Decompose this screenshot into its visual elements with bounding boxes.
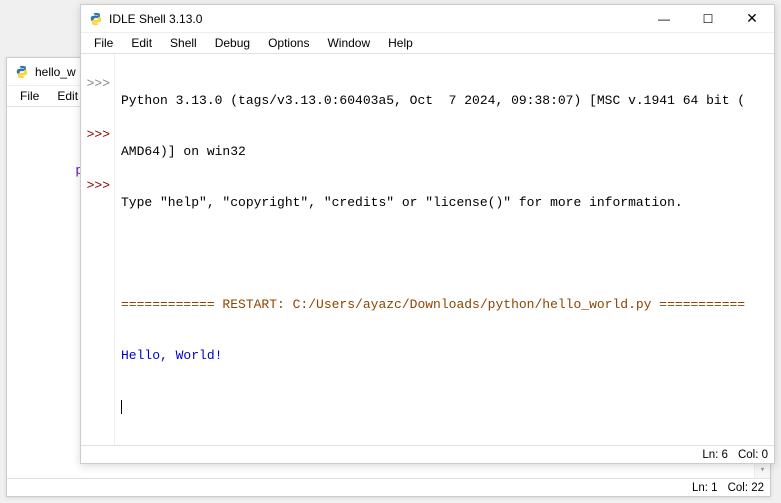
prompt-icon: >>> bbox=[81, 126, 110, 143]
shell-line-banner: Python 3.13.0 (tags/v3.13.0:60403a5, Oct… bbox=[121, 92, 768, 109]
shell-prompt-gutter: >>> >>> >>> bbox=[81, 54, 115, 445]
minimize-button[interactable]: — bbox=[642, 5, 686, 32]
shell-output-pane[interactable]: Python 3.13.0 (tags/v3.13.0:60403a5, Oct… bbox=[115, 54, 774, 445]
prompt-icon bbox=[81, 109, 110, 126]
shell-line-banner: Type "help", "copyright", "credits" or "… bbox=[121, 194, 768, 211]
shell-line-banner: AMD64)] on win32 bbox=[121, 143, 768, 160]
shell-status-col: Col: 0 bbox=[738, 449, 768, 461]
editor-statusbar: Ln: 1 Col: 22 bbox=[7, 478, 770, 496]
menu-edit[interactable]: Edit bbox=[122, 35, 161, 51]
shell-line-output: Hello, World! bbox=[121, 347, 768, 364]
menu-help[interactable]: Help bbox=[379, 35, 422, 51]
window-controls: — ☐ ✕ bbox=[642, 5, 774, 32]
menu-window[interactable]: Window bbox=[318, 35, 379, 51]
shell-title: IDLE Shell 3.13.0 bbox=[109, 12, 642, 26]
editor-status-ln: Ln: 1 bbox=[692, 482, 718, 494]
menu-options[interactable]: Options bbox=[259, 35, 318, 51]
menu-debug[interactable]: Debug bbox=[206, 35, 259, 51]
python-icon bbox=[89, 12, 103, 26]
shell-text-area[interactable]: >>> >>> >>> Python 3.13.0 (tags/v3.13.0:… bbox=[81, 53, 774, 445]
menu-shell[interactable]: Shell bbox=[161, 35, 206, 51]
shell-line-prompt bbox=[121, 398, 768, 415]
shell-status-ln: Ln: 6 bbox=[702, 449, 728, 461]
menu-file[interactable]: File bbox=[85, 35, 122, 51]
python-icon bbox=[15, 65, 29, 79]
scroll-down-icon[interactable]: ▾ bbox=[755, 462, 770, 478]
shell-window: IDLE Shell 3.13.0 — ☐ ✕ File Edit Shell … bbox=[80, 4, 775, 464]
maximize-button[interactable]: ☐ bbox=[686, 5, 730, 32]
shell-line-restart: ============ RESTART: C:/Users/ayazc/Dow… bbox=[121, 296, 768, 313]
shell-statusbar: Ln: 6 Col: 0 bbox=[81, 445, 774, 463]
close-button[interactable]: ✕ bbox=[730, 5, 774, 32]
text-cursor-icon bbox=[121, 400, 122, 414]
shell-titlebar[interactable]: IDLE Shell 3.13.0 — ☐ ✕ bbox=[81, 5, 774, 33]
shell-line-blank bbox=[121, 245, 768, 262]
shell-menubar: File Edit Shell Debug Options Window Hel… bbox=[81, 33, 774, 53]
menu-file[interactable]: File bbox=[11, 88, 48, 104]
editor-status-col: Col: 22 bbox=[728, 482, 764, 494]
prompt-icon: >>> bbox=[81, 177, 110, 194]
